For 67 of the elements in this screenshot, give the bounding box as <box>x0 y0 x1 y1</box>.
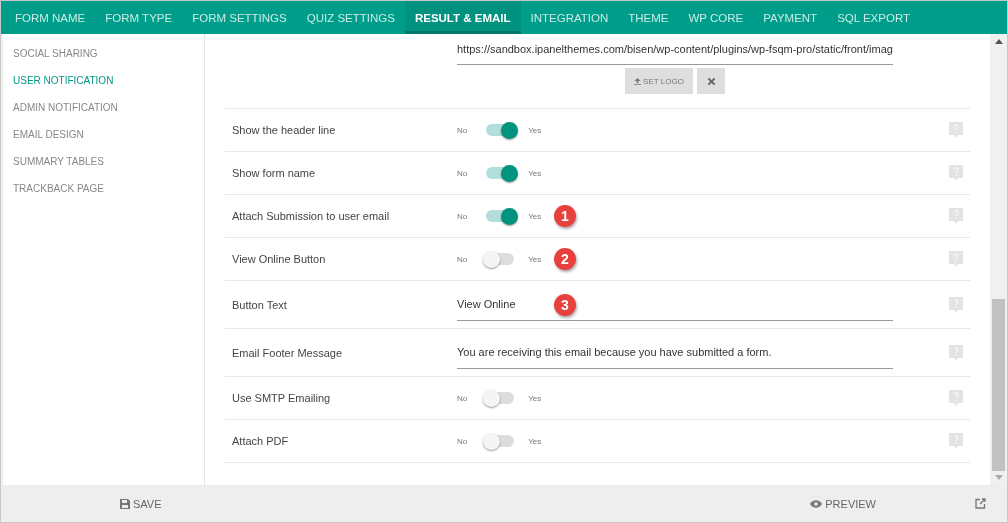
yes-label: Yes <box>528 436 542 446</box>
help-icon[interactable] <box>948 389 964 407</box>
help-icon[interactable] <box>948 295 964 314</box>
setting-label: Button Text <box>232 298 288 311</box>
upload-icon <box>634 77 642 85</box>
yes-label: Yes <box>528 254 542 264</box>
setting-label: Email Footer Message <box>232 346 344 359</box>
no-label: No <box>457 211 468 221</box>
help-icon[interactable] <box>948 121 964 139</box>
toggle-switch[interactable] <box>486 167 515 179</box>
yes-label: Yes <box>528 168 542 178</box>
setting-label: Use SMTP Emailing <box>232 392 332 404</box>
toggle-switch[interactable] <box>486 210 515 222</box>
external-link-icon[interactable] <box>975 498 986 509</box>
scroll-up-icon <box>994 39 1003 44</box>
sidebar-item[interactable]: SOCIAL SHARING <box>3 42 204 69</box>
text-field[interactable]: You are receiving this email because you have submitted a form. <box>457 336 893 369</box>
setting-label: Show form name <box>232 167 317 179</box>
save-button[interactable]: SAVE <box>114 496 168 511</box>
number-badge: 2 <box>554 248 576 270</box>
set-logo-button[interactable]: SET LOGO <box>625 68 693 94</box>
yes-label: Yes <box>528 125 542 135</box>
floppy-icon <box>120 498 130 509</box>
tab[interactable]: FORM TYPE <box>95 1 183 34</box>
tab[interactable]: WP CORE <box>678 1 754 34</box>
preview-button[interactable]: PREVIEW <box>804 496 882 511</box>
tab[interactable]: QUIZ SETTINGS <box>296 1 405 34</box>
no-label: No <box>457 125 468 135</box>
tab[interactable]: SQL EXPORT <box>827 1 920 34</box>
close-icon <box>706 76 716 86</box>
yes-label: Yes <box>528 211 542 221</box>
tab[interactable]: PAYMENT <box>753 1 828 34</box>
no-label: No <box>457 436 468 446</box>
toggle-switch[interactable] <box>486 253 515 265</box>
remove-button[interactable] <box>697 68 725 94</box>
setting-label: Attach Submission to user email <box>232 210 391 222</box>
eye-icon <box>810 499 823 508</box>
help-icon[interactable] <box>948 343 964 362</box>
scrollbar[interactable] <box>990 34 1007 485</box>
sidebar-item[interactable]: TRACKBACK PAGE <box>3 177 204 204</box>
tab[interactable]: INTEGRATION <box>520 1 619 34</box>
tab[interactable]: FORM NAME <box>5 1 96 34</box>
no-label: No <box>457 168 468 178</box>
toggle-switch[interactable] <box>486 435 515 447</box>
help-icon[interactable] <box>948 207 964 225</box>
sidebar-item[interactable]: ADMIN NOTIFICATION <box>3 96 204 123</box>
sidebar-item[interactable]: EMAIL DESIGN <box>3 123 204 150</box>
sidebar-item[interactable]: SUMMARY TABLES <box>3 150 204 177</box>
setting-label: View Online Button <box>232 253 327 265</box>
number-badge: 3 <box>554 293 576 316</box>
help-icon[interactable] <box>948 250 964 268</box>
tab[interactable]: FORM SETTINGS <box>182 1 297 34</box>
toggle-switch[interactable] <box>486 124 515 136</box>
tab[interactable]: THEME <box>618 1 679 34</box>
setting-label: Attach PDF <box>232 435 290 447</box>
logo-url-field[interactable]: https://sandbox.ipanelthemes.com/bisen/wp-content/plugins/wp-fsqm-pro/static/front/imag <box>457 34 893 65</box>
yes-label: Yes <box>528 393 542 403</box>
no-label: No <box>457 393 468 403</box>
help-icon[interactable] <box>948 164 964 182</box>
help-icon[interactable] <box>948 432 964 450</box>
no-label: No <box>457 254 468 264</box>
setting-label: Show the header line <box>232 124 337 136</box>
tab[interactable]: RESULT & EMAIL <box>404 1 521 34</box>
number-badge: 1 <box>554 205 576 227</box>
toggle-switch[interactable] <box>486 392 515 404</box>
scroll-down-icon <box>994 475 1003 480</box>
sidebar-item[interactable]: USER NOTIFICATION <box>3 69 204 96</box>
